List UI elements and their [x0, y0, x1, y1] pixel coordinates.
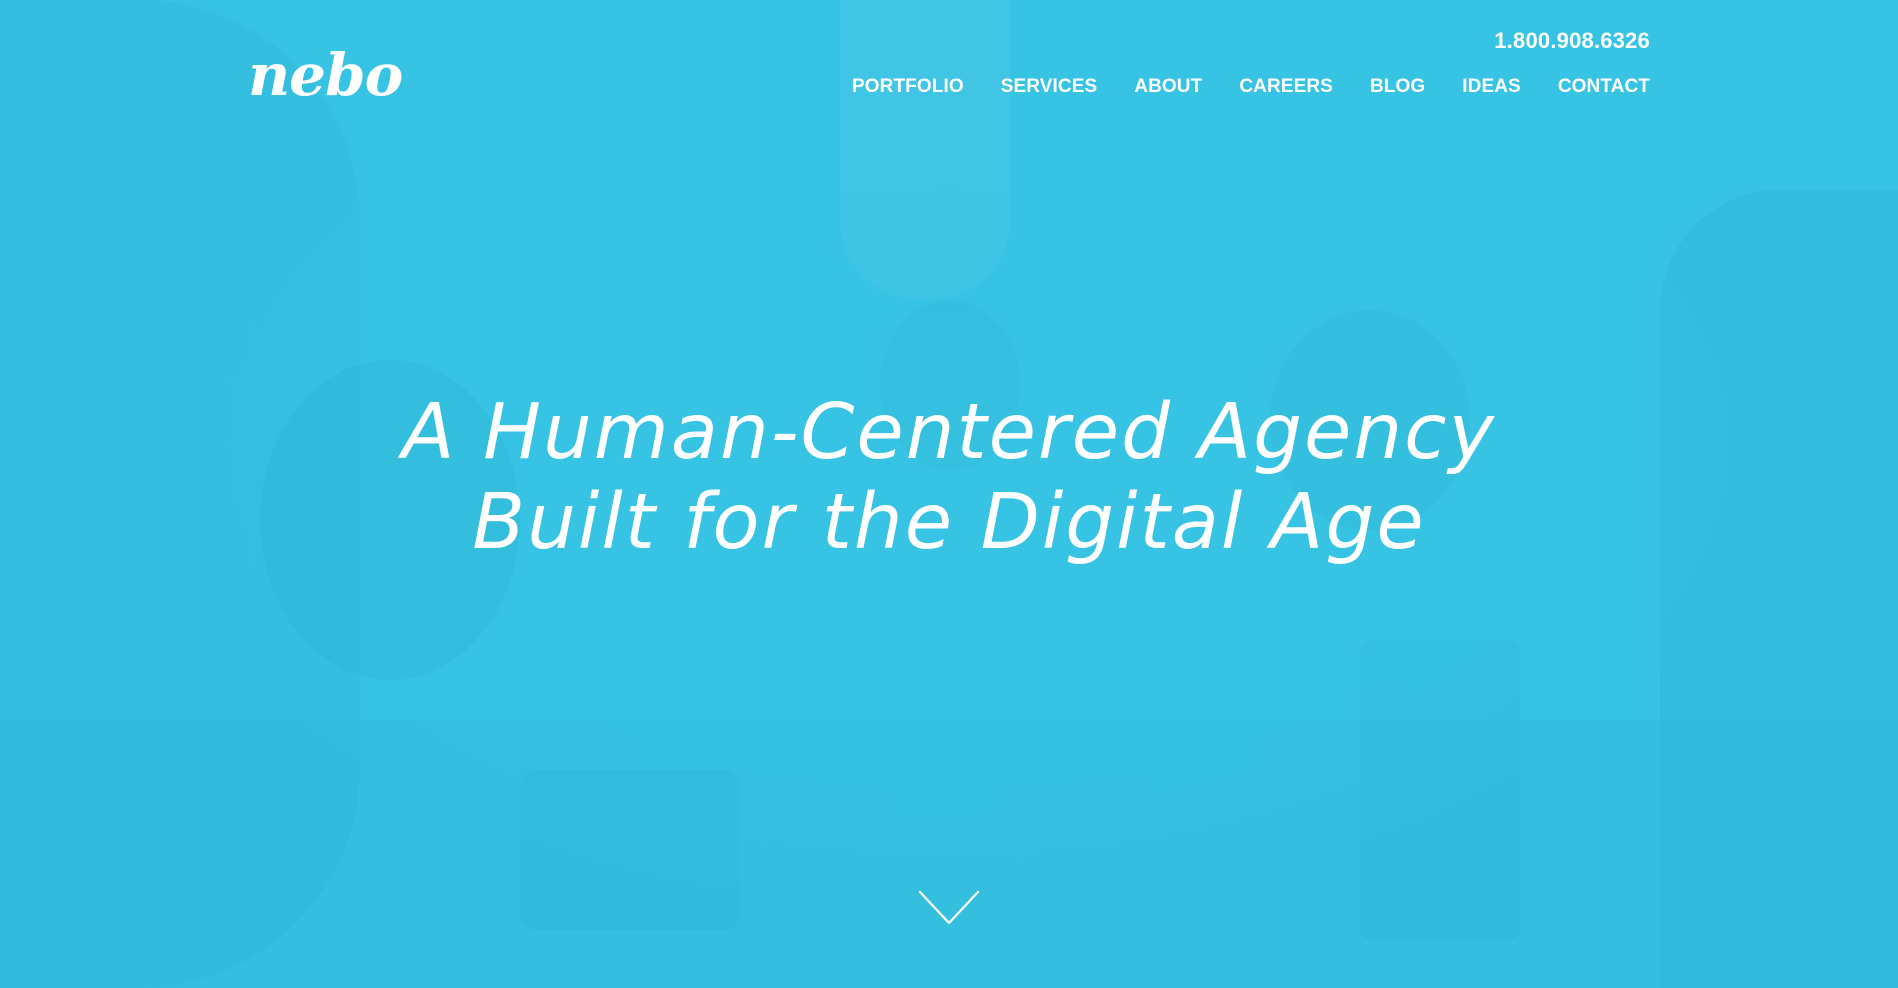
- nav-item-services[interactable]: SERVICES: [1001, 76, 1098, 98]
- hero-headline: A Human-Centered Agency Built for the Di…: [0, 388, 1898, 568]
- phone-number[interactable]: 1.800.908.6326: [1494, 28, 1650, 54]
- nav-item-portfolio[interactable]: PORTFOLIO: [852, 76, 964, 98]
- headline-line-2: Built for the Digital Age: [472, 478, 1426, 567]
- headline-line-1: A Human-Centered Agency: [401, 388, 1497, 477]
- chevron-down-icon[interactable]: [918, 890, 980, 926]
- nav-item-contact[interactable]: CONTACT: [1558, 76, 1650, 98]
- main-nav: PORTFOLIO SERVICES ABOUT CAREERS BLOG ID…: [852, 76, 1650, 98]
- nebo-logo[interactable]: nebo: [248, 46, 403, 104]
- nav-item-careers[interactable]: CAREERS: [1239, 76, 1333, 98]
- nav-item-blog[interactable]: BLOG: [1370, 76, 1425, 98]
- hero-section: nebo 1.800.908.6326 PORTFOLIO SERVICES A…: [0, 0, 1898, 988]
- nav-item-ideas[interactable]: IDEAS: [1462, 76, 1521, 98]
- nav-item-about[interactable]: ABOUT: [1134, 76, 1202, 98]
